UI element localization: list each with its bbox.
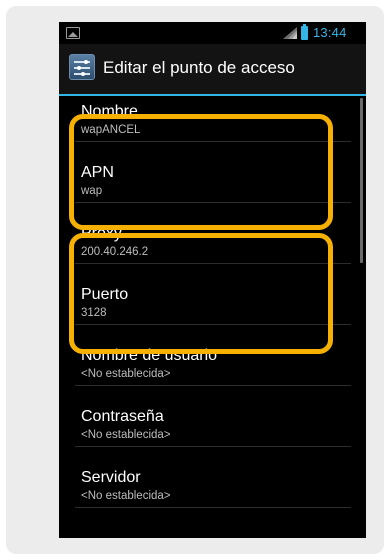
field-proxy[interactable]: Proxy 200.40.246.2 — [59, 203, 366, 264]
field-contrasena[interactable]: Contraseña <No establecida> — [59, 386, 366, 447]
apn-settings-list: Nombre wapANCEL APN wap Proxy 200.40.246… — [59, 96, 366, 538]
list-divider — [75, 507, 351, 508]
battery-icon — [301, 24, 308, 40]
action-bar: Editar el punto de acceso — [59, 44, 366, 94]
field-nombre-de-usuario[interactable]: Nombre de usuario <No establecida> — [59, 325, 366, 386]
field-label: Puerto — [81, 286, 129, 303]
field-value: 3128 — [81, 307, 107, 319]
field-value: 200.40.246.2 — [81, 246, 149, 258]
signal-icon — [283, 27, 297, 39]
field-label: Nombre — [81, 103, 138, 120]
field-puerto[interactable]: Puerto 3128 — [59, 264, 366, 325]
status-bar: 13:44 — [59, 22, 366, 44]
field-label: Contraseña — [81, 408, 164, 425]
field-value: wap — [81, 185, 103, 197]
field-label: Proxy — [81, 225, 122, 242]
scrollbar[interactable] — [360, 98, 363, 263]
phone-screen: 13:44 Editar el punto de acceso Nombre w… — [59, 22, 366, 538]
field-value: <No establecida> — [81, 429, 171, 441]
field-label: APN — [81, 164, 114, 181]
page-title: Editar el punto de acceso — [103, 58, 295, 77]
status-clock: 13:44 — [313, 25, 347, 40]
field-label: Nombre de usuario — [81, 347, 218, 364]
field-servidor[interactable]: Servidor <No establecida> — [59, 447, 366, 508]
field-value: <No establecida> — [81, 368, 171, 380]
image-notification-icon — [66, 27, 80, 39]
apn-settings-icon[interactable] — [69, 54, 95, 80]
field-value: wapANCEL — [81, 124, 141, 136]
field-nombre[interactable]: Nombre wapANCEL — [59, 96, 366, 142]
field-label: Servidor — [81, 469, 141, 486]
field-value: <No establecida> — [81, 490, 171, 502]
field-apn[interactable]: APN wap — [59, 142, 366, 203]
